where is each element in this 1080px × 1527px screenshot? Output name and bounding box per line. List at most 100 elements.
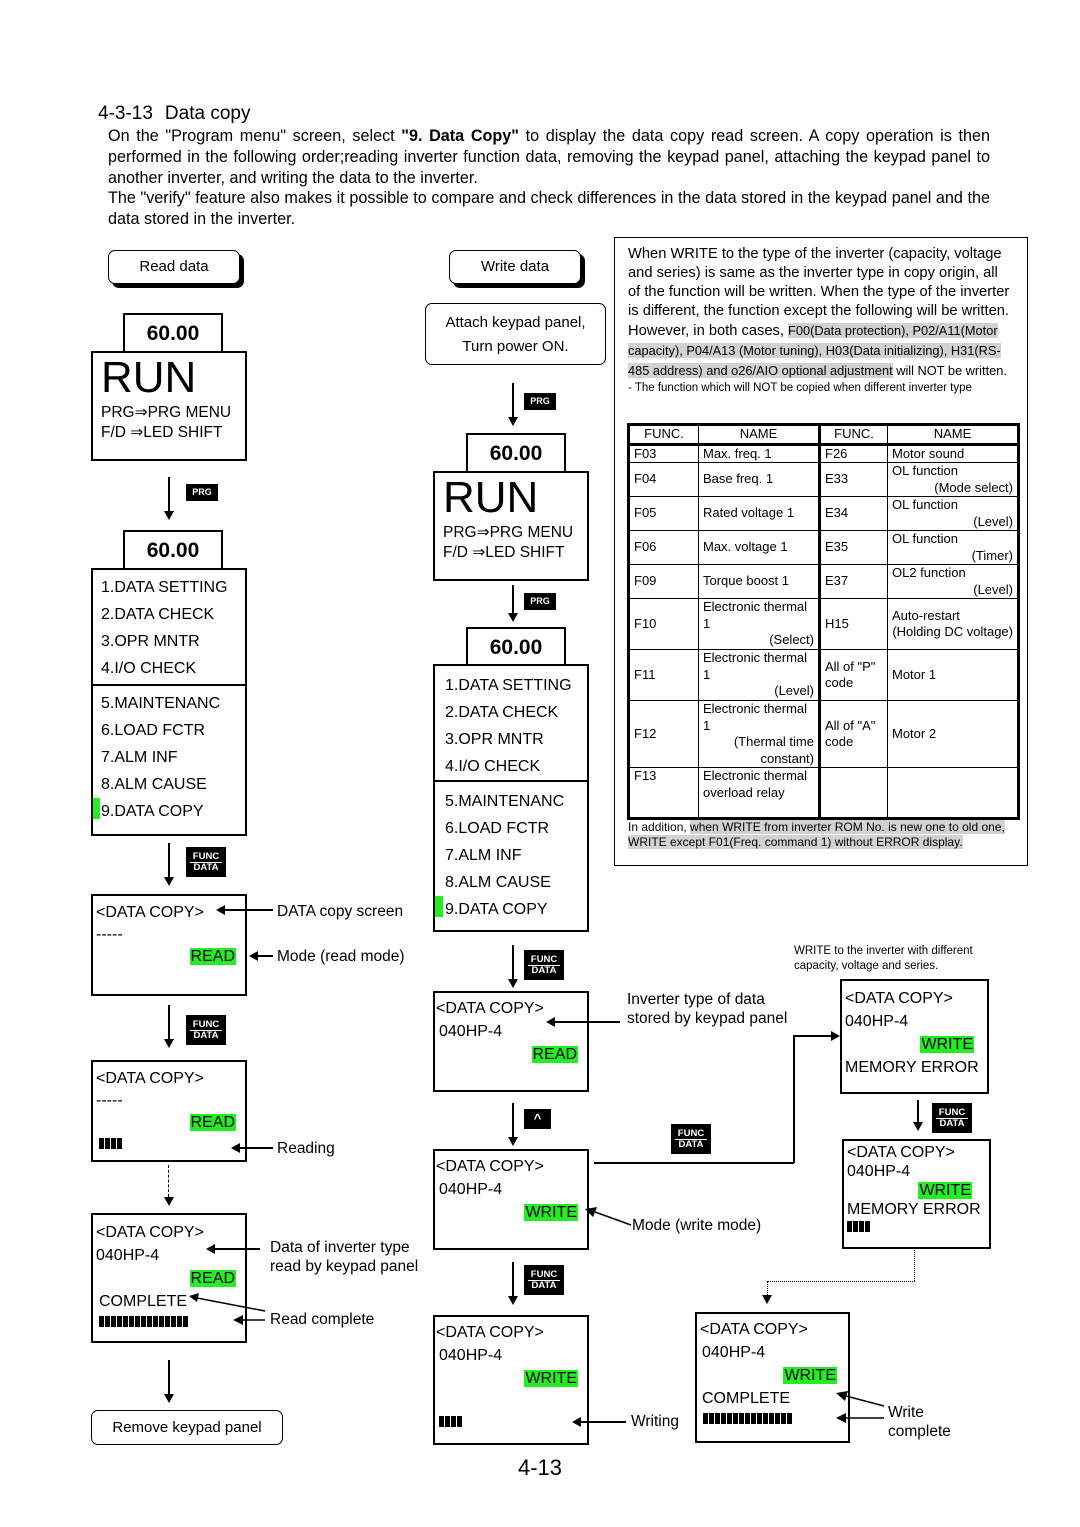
func-data-key-icon: FUNC DATA bbox=[671, 1124, 711, 1154]
annotation-writing: Writing bbox=[631, 1413, 679, 1430]
func-name: Electronic thermal overload relay bbox=[698, 767, 821, 819]
arrow-left-icon bbox=[836, 1391, 848, 1401]
annotation-mode-write: Mode (write mode) bbox=[632, 1217, 762, 1234]
screen-title: <DATA COPY> bbox=[847, 1144, 955, 1161]
func-name: OL function (Mode select) bbox=[887, 462, 1019, 497]
screen-title: <DATA COPY> bbox=[96, 1224, 204, 1241]
func-name: Electronic thermal 1 (Level) bbox=[698, 649, 821, 701]
arrow-right-icon bbox=[831, 1031, 840, 1041]
table-row: F04 Base freq. 1 E33 OL function (Mode selec… bbox=[628, 462, 1019, 497]
func-code: F04 bbox=[628, 462, 699, 497]
func-name: Rated voltage 1 bbox=[698, 496, 821, 531]
run-line-1: PRG⇒PRG MENU bbox=[443, 524, 574, 541]
screen-type: 040HP-4 bbox=[439, 1023, 503, 1040]
func-code: H15 bbox=[819, 598, 888, 650]
connector-line bbox=[793, 1035, 795, 1163]
complete-pointer bbox=[189, 1293, 266, 1325]
arrow-line bbox=[168, 1005, 170, 1041]
pointer-line bbox=[555, 1021, 620, 1023]
menu-item: 8.ALM CAUSE bbox=[101, 776, 207, 793]
run-screen: RUN PRG⇒PRG MENU F/D ⇒LED SHIFT bbox=[433, 471, 589, 581]
arrow-down-icon bbox=[164, 1394, 174, 1403]
intro-text: On the "Program menu" screen, select "9.… bbox=[108, 126, 990, 230]
menu-item-selected: 9.DATA COPY bbox=[101, 803, 204, 820]
menu-page-2: 5.MAINTENANC 6.LOAD FCTR 7.ALM INF 8.ALM… bbox=[435, 782, 587, 923]
dotted-connector bbox=[914, 1250, 915, 1281]
func-name: Electronic thermal 1 (Select) bbox=[698, 598, 821, 650]
func-code: E34 bbox=[819, 496, 888, 531]
cursor-icon bbox=[93, 798, 100, 819]
progress-bar bbox=[847, 1221, 871, 1232]
arrow-down-icon bbox=[164, 877, 174, 886]
arrow-left-icon bbox=[836, 1413, 846, 1423]
annotation-copy-screen: DATA copy screen bbox=[277, 903, 404, 920]
screen-title: <DATA COPY> bbox=[436, 1324, 544, 1341]
func-name: OL function (Timer) bbox=[887, 530, 1019, 565]
func-name: Max. voltage 1 bbox=[698, 530, 821, 565]
screen-title: <DATA COPY> bbox=[845, 990, 953, 1007]
func-name: Auto-restart (Holding DC voltage) bbox=[887, 598, 1019, 650]
menu-page-1: 1.DATA SETTING 2.DATA CHECK 3.OPR MNTR 4… bbox=[93, 570, 245, 686]
table-row: F12 Electronic thermal 1 (Thermal time con… bbox=[628, 700, 1019, 768]
func-code: F06 bbox=[628, 530, 699, 565]
arrow-down-icon bbox=[164, 1039, 174, 1048]
annotation-inverter-type: Data of inverter type read by keypad pane… bbox=[270, 1239, 419, 1275]
screen-type: 040HP-4 bbox=[702, 1344, 766, 1361]
func-code: F03 bbox=[628, 443, 699, 463]
arrow-left-icon bbox=[231, 1143, 240, 1153]
pointer-line bbox=[240, 1147, 273, 1149]
func-name: OL function (Level) bbox=[887, 496, 1019, 531]
arrow-left-icon bbox=[546, 1017, 555, 1027]
run-line-2: F/D ⇒LED SHIFT bbox=[443, 544, 565, 561]
pointer-line bbox=[581, 1421, 626, 1423]
arrow-line bbox=[168, 843, 170, 879]
annotation-read-complete: Read complete bbox=[270, 1311, 375, 1328]
table-row: F10 Electronic thermal 1 (Select) H15 Auto-r… bbox=[628, 598, 1019, 650]
run-screen: RUN PRG⇒PRG MENU F/D ⇒LED SHIFT bbox=[91, 351, 247, 461]
func-code: F05 bbox=[628, 496, 699, 531]
annotation-write-complete: Write complete bbox=[888, 1404, 951, 1440]
section-title: Data copy bbox=[164, 103, 251, 124]
func-data-key-icon: FUNC DATA bbox=[186, 1015, 226, 1045]
arrow-line bbox=[512, 945, 514, 981]
mode-badge: WRITE bbox=[524, 1204, 578, 1221]
freq-display: 60.00 bbox=[466, 433, 566, 473]
func-code: E35 bbox=[819, 530, 888, 565]
arrow-line bbox=[512, 383, 514, 419]
screen-type: 040HP-4 bbox=[847, 1163, 911, 1180]
func-data-key-icon: FUNC DATA bbox=[524, 1265, 564, 1295]
screen-title: <DATA COPY> bbox=[700, 1321, 808, 1338]
arrow-down-icon bbox=[508, 417, 518, 426]
table-caption: - The function which will NOT be copied … bbox=[628, 382, 972, 394]
status-text: MEMORY ERROR bbox=[845, 1059, 979, 1076]
menu-item: 5.MAINTENANC bbox=[101, 695, 221, 712]
data-copy-stored-screen: <DATA COPY> 040HP-4 READ bbox=[433, 991, 589, 1092]
mode-badge: WRITE bbox=[783, 1367, 837, 1384]
dashed-arrow-line bbox=[168, 1165, 169, 1197]
freq-display: 60.00 bbox=[123, 530, 223, 570]
program-menu-screen: 1.DATA SETTING 2.DATA CHECK 3.OPR MNTR 4… bbox=[433, 664, 589, 932]
mode-badge: WRITE bbox=[920, 1036, 974, 1053]
func-name: Motor 2 bbox=[887, 700, 1019, 768]
arrow-line bbox=[512, 585, 514, 615]
write-data-title: Write data bbox=[449, 250, 581, 284]
func-name: Torque boost 1 bbox=[698, 564, 821, 599]
func-code: All of "P" code bbox=[819, 649, 888, 701]
prg-key-icon: PRG bbox=[524, 593, 556, 610]
arrow-down-icon bbox=[164, 511, 174, 520]
func-data-key-icon: FUNC DATA bbox=[524, 950, 564, 980]
func-name: Motor sound bbox=[887, 443, 1019, 463]
arrow-down-icon bbox=[508, 613, 518, 622]
menu-item: 3.OPR MNTR bbox=[445, 731, 544, 748]
menu-item: 2.DATA CHECK bbox=[101, 606, 215, 623]
menu-reference: "9. Data Copy" bbox=[401, 127, 519, 145]
connector-line bbox=[793, 1035, 831, 1037]
screen-type: 040HP-4 bbox=[845, 1013, 909, 1030]
func-code: F12 bbox=[628, 700, 699, 768]
table-header-row: FUNC. NAME FUNC. NAME bbox=[628, 424, 1019, 446]
menu-item: 8.ALM CAUSE bbox=[445, 874, 551, 891]
annotation-reading: Reading bbox=[277, 1140, 335, 1157]
freq-display: 60.00 bbox=[466, 627, 566, 667]
screen-type: ----- bbox=[96, 926, 123, 943]
func-code: All of "A" code bbox=[819, 700, 888, 768]
